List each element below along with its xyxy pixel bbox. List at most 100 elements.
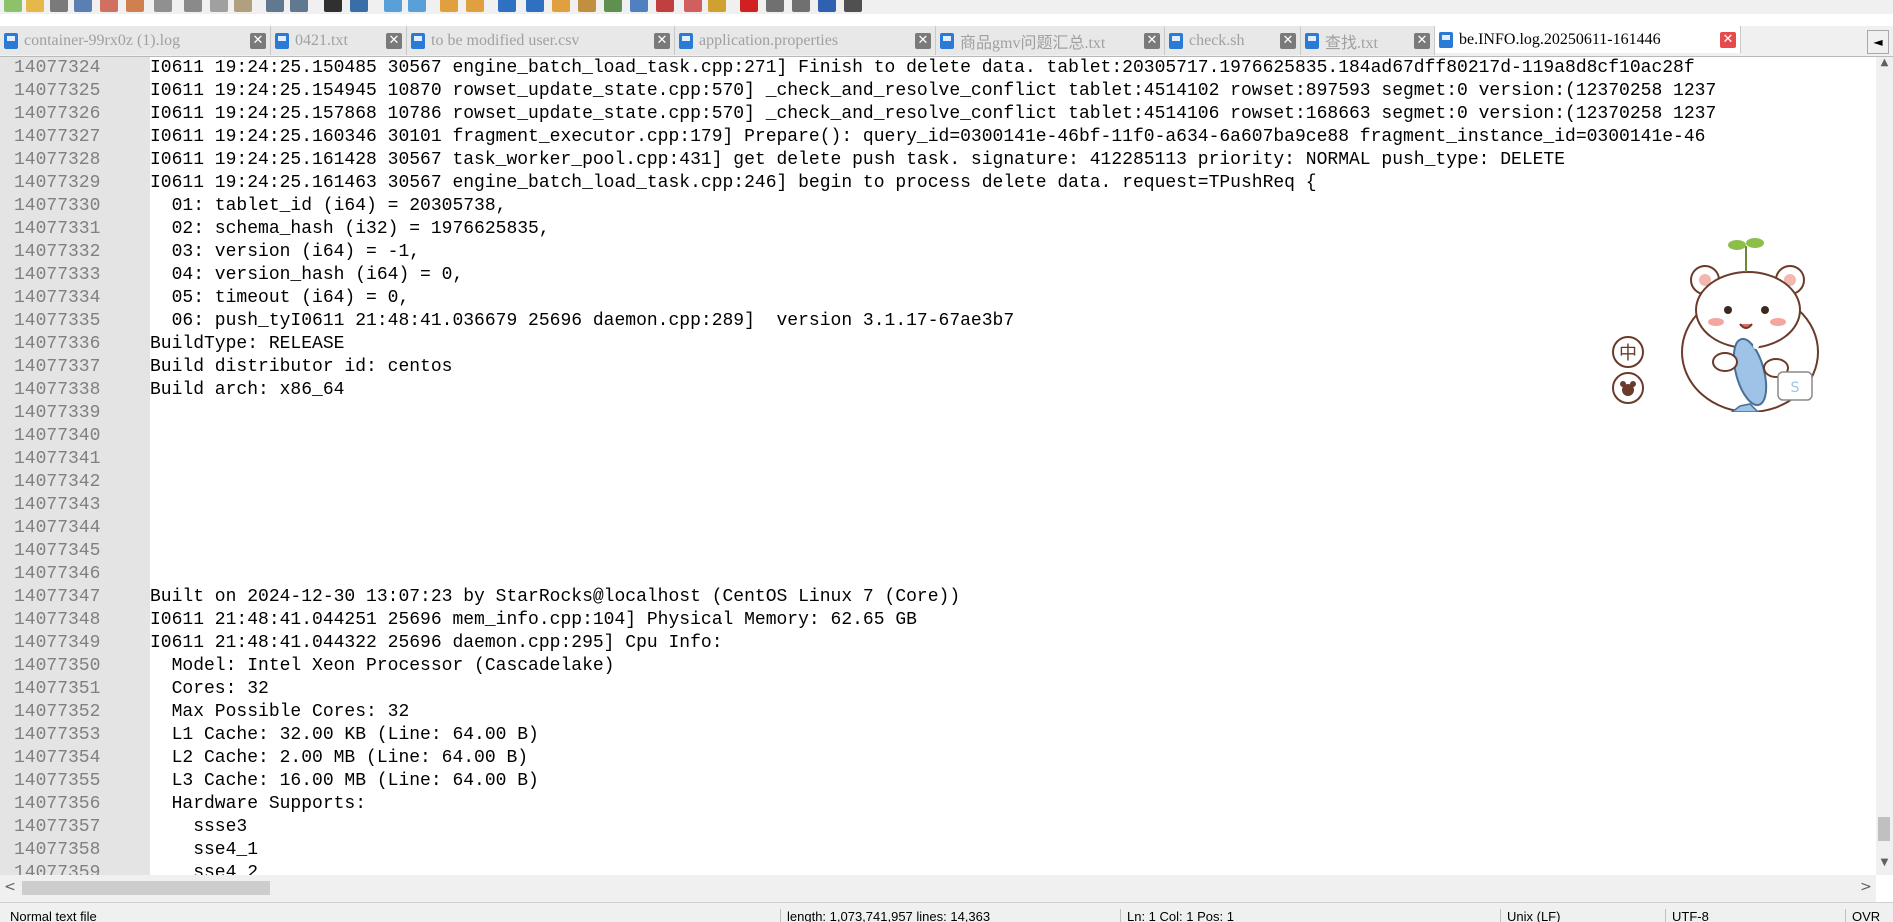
code-line[interactable]: L1 Cache: 32.00 KB (Line: 64.00 B) (150, 724, 1876, 747)
tab-search-txt[interactable]: 查找.txt ✕ (1301, 26, 1435, 55)
lang-icon[interactable] (578, 0, 596, 12)
editor[interactable]: 14077324 14077325 14077326 14077327 14077328… (0, 57, 1876, 875)
code-line[interactable]: Cores: 32 (150, 678, 1876, 701)
tab-be-info-log[interactable]: be.INFO.log.20250611-161446 ✕ (1435, 26, 1741, 53)
tab-check-sh[interactable]: check.sh ✕ (1165, 26, 1301, 55)
tab-container-log[interactable]: container-99rx0z (1).log ✕ (0, 26, 271, 55)
zoom-in-icon[interactable] (384, 0, 402, 12)
code-line[interactable]: L2 Cache: 2.00 MB (Line: 64.00 B) (150, 747, 1876, 770)
line-number: 14077353 (14, 725, 101, 745)
code-line[interactable] (150, 517, 1876, 540)
code-line[interactable]: sse4_1 (150, 839, 1876, 862)
stop-macro-icon[interactable] (766, 0, 784, 12)
code-line[interactable]: 01: tablet_id (i64) = 20305738, (150, 195, 1876, 218)
zoom-out-icon[interactable] (408, 0, 426, 12)
cut-icon[interactable] (184, 0, 202, 12)
code-line[interactable]: Built on 2024-12-30 13:07:23 by StarRock… (150, 586, 1876, 609)
code-line[interactable]: L3 Cache: 16.00 MB (Line: 64.00 B) (150, 770, 1876, 793)
code-line[interactable] (150, 563, 1876, 586)
copy-icon[interactable] (210, 0, 228, 12)
play-macro-icon[interactable] (792, 0, 810, 12)
scroll-left-icon[interactable]: < (2, 879, 18, 897)
code-line[interactable]: I0611 19:24:25.160346 30101 fragment_exe… (150, 126, 1876, 149)
close-icon[interactable]: ✕ (250, 32, 266, 49)
code-line[interactable]: ssse3 (150, 816, 1876, 839)
tab-application-properties[interactable]: application.properties ✕ (675, 26, 936, 55)
code-line[interactable] (150, 448, 1876, 471)
save-icon[interactable] (50, 0, 68, 12)
save-macro-icon[interactable] (844, 0, 862, 12)
doc-map-icon[interactable] (604, 0, 622, 12)
code-line[interactable]: I0611 21:48:41.044322 25696 daemon.cpp:2… (150, 632, 1876, 655)
horizontal-scroll-thumb[interactable] (22, 881, 270, 895)
status-cursor-position: Ln: 1 Col: 1 Pos: 1 (1120, 909, 1234, 922)
code-line[interactable]: I0611 19:24:25.161428 30567 task_worker_… (150, 149, 1876, 172)
line-number: 14077334 (14, 288, 101, 308)
func-list-icon[interactable] (630, 0, 648, 12)
line-number: 14077359 (14, 863, 101, 875)
new-file-icon[interactable] (4, 0, 22, 12)
horizontal-scrollbar[interactable]: < > (0, 875, 1876, 902)
line-number: 14077345 (14, 541, 101, 561)
monitoring-icon[interactable] (684, 0, 702, 12)
close-icon[interactable]: ✕ (1720, 31, 1736, 48)
code-line[interactable] (150, 494, 1876, 517)
tab-0421-txt[interactable]: 0421.txt ✕ (271, 26, 407, 55)
text-area[interactable]: I0611 19:24:25.150485 30567 engine_batch… (150, 57, 1876, 875)
code-line[interactable] (150, 471, 1876, 494)
line-number: 14077329 (14, 173, 101, 193)
code-line[interactable]: I0611 19:24:25.161463 30567 engine_batch… (150, 172, 1876, 195)
scroll-down-icon[interactable]: ▼ (1878, 857, 1891, 873)
code-line[interactable]: I0611 21:48:41.044251 25696 mem_info.cpp… (150, 609, 1876, 632)
indent-guide-icon[interactable] (552, 0, 570, 12)
tab-gmv-summary-txt[interactable]: 商品gmv问题汇总.txt ✕ (936, 26, 1165, 55)
code-line[interactable] (150, 540, 1876, 563)
undo-icon[interactable] (266, 0, 284, 12)
code-line[interactable]: I0611 19:24:25.150485 30567 engine_batch… (150, 57, 1876, 80)
close-icon[interactable] (100, 0, 118, 12)
paste-icon[interactable] (234, 0, 252, 12)
close-all-icon[interactable] (126, 0, 144, 12)
status-file-type: Normal text file (10, 909, 97, 922)
file-icon (1439, 31, 1453, 48)
record-macro-icon[interactable] (740, 0, 758, 12)
find-icon[interactable] (324, 0, 342, 12)
word-wrap-icon[interactable] (498, 0, 516, 12)
close-icon[interactable]: ✕ (1280, 32, 1296, 49)
code-line[interactable]: Max Possible Cores: 32 (150, 701, 1876, 724)
close-icon[interactable]: ✕ (1144, 32, 1160, 49)
scroll-right-icon[interactable]: > (1858, 879, 1874, 897)
file-icon (940, 32, 954, 49)
line-number: 14077338 (14, 380, 101, 400)
code-line[interactable]: Hardware Supports: (150, 793, 1876, 816)
open-folder-icon[interactable] (26, 0, 44, 12)
replace-icon[interactable] (350, 0, 368, 12)
run-macro-multiple-icon[interactable] (818, 0, 836, 12)
sync-v-icon[interactable] (440, 0, 458, 12)
line-number: 14077343 (14, 495, 101, 515)
scroll-up-icon[interactable]: ▲ (1878, 57, 1891, 73)
close-icon[interactable]: ✕ (654, 32, 670, 49)
code-line[interactable]: sse4_2 (150, 862, 1876, 875)
tab-label: 商品gmv问题汇总.txt (960, 34, 1106, 52)
close-icon[interactable]: ✕ (1414, 32, 1430, 49)
close-icon[interactable]: ✕ (386, 32, 402, 49)
folder-workspace-icon[interactable] (656, 0, 674, 12)
chrome-icon[interactable] (708, 0, 726, 12)
all-chars-icon[interactable] (526, 0, 544, 12)
print-icon[interactable] (154, 0, 172, 12)
code-line[interactable]: I0611 19:24:25.154945 10870 rowset_updat… (150, 80, 1876, 103)
sync-h-icon[interactable] (466, 0, 484, 12)
status-length-lines: length: 1,073,741,957 lines: 14,363 (780, 909, 990, 922)
code-line[interactable] (150, 425, 1876, 448)
redo-icon[interactable] (290, 0, 308, 12)
vertical-scrollbar[interactable]: ▲ ▼ (1876, 57, 1893, 875)
code-line[interactable]: Model: Intel Xeon Processor (Cascadelake… (150, 655, 1876, 678)
close-icon[interactable]: ✕ (915, 32, 931, 49)
tab-label: container-99rx0z (1).log (24, 31, 181, 49)
save-all-icon[interactable] (74, 0, 92, 12)
code-line[interactable]: I0611 19:24:25.157868 10786 rowset_updat… (150, 103, 1876, 126)
vertical-scroll-thumb[interactable] (1878, 817, 1890, 841)
tab-to-be-modified-user-csv[interactable]: to be modified user.csv ✕ (407, 26, 675, 55)
tab-scroll-left-button[interactable]: ◄ (1867, 30, 1889, 54)
